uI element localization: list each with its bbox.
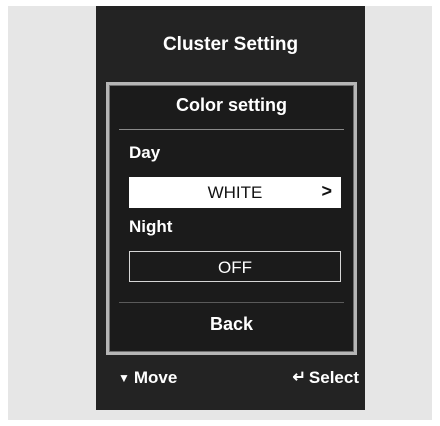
day-label: Day xyxy=(129,143,161,162)
screen-title: Cluster Setting xyxy=(162,34,299,55)
down-arrow-icon: ▼ xyxy=(118,371,130,385)
color-setting-panel: Color setting Day WHITE > Night OFF Back xyxy=(106,82,357,355)
panel-title: Color setting xyxy=(176,95,287,115)
divider xyxy=(119,129,344,130)
move-label: Move xyxy=(133,368,178,387)
select-hint: ↵ Select xyxy=(293,368,360,388)
night-label: Night xyxy=(129,217,173,236)
divider xyxy=(119,302,344,303)
back-button[interactable]: Back xyxy=(109,314,354,335)
chevron-right-icon: > xyxy=(321,181,332,201)
night-color-selector[interactable]: OFF xyxy=(129,251,341,282)
day-color-value: WHITE xyxy=(207,183,263,202)
device-frame: Cluster Setting Color setting Day WHITE … xyxy=(8,6,432,420)
control-hints: ▼ Move ↵ Select xyxy=(96,364,365,394)
day-color-selector[interactable]: WHITE > xyxy=(129,177,341,208)
enter-icon: ↵ xyxy=(292,369,306,386)
move-hint: ▼ Move xyxy=(118,368,177,388)
select-label: Select xyxy=(308,368,359,387)
cluster-screen: Cluster Setting Color setting Day WHITE … xyxy=(96,6,365,410)
night-color-value: OFF xyxy=(218,258,252,277)
